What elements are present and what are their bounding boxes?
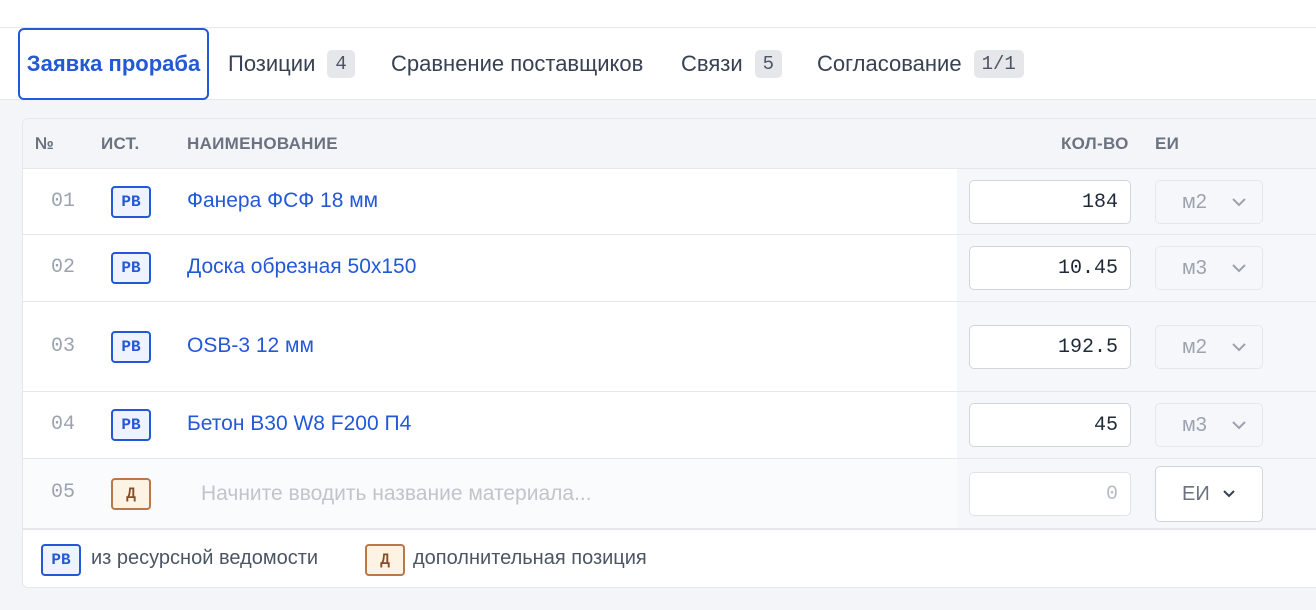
top-bar: [0, 0, 1316, 28]
source-badge-rv: РВ: [111, 186, 151, 218]
header-num: №: [35, 134, 55, 153]
legend-text-additional: дополнительная позиция: [413, 547, 647, 569]
unit-select[interactable]: м2: [1155, 325, 1263, 369]
row-number: 02: [51, 256, 76, 279]
tab-supplier-comparison[interactable]: Сравнение поставщиков: [391, 28, 643, 100]
unit-select[interactable]: м2: [1155, 180, 1263, 224]
tab-label: Заявка прораба: [26, 51, 201, 76]
count-badge: 1/1: [973, 50, 1024, 78]
legend-badge-rv: РВ: [41, 544, 81, 576]
source-badge-additional: Д: [111, 478, 151, 510]
table-row: 02 РВ Доска обрезная 50x150 м3: [23, 235, 1316, 302]
unit-value: ЕИ: [1182, 482, 1210, 505]
legend-badge-additional: Д: [365, 544, 405, 576]
tab-label: Сравнение поставщиков: [391, 51, 644, 76]
header-source: ИСТ.: [101, 134, 140, 153]
header-name: НАИМЕНОВАНИЕ: [187, 134, 338, 153]
unit-select[interactable]: ЕИ: [1155, 466, 1263, 522]
tab-foreman-request[interactable]: Заявка прораба: [18, 28, 209, 100]
row-number: 04: [51, 413, 76, 436]
unit-value: м2: [1182, 190, 1207, 213]
legend: РВ из ресурсной ведомости Д дополнительн…: [23, 529, 1316, 587]
tab-links[interactable]: Связи 5: [681, 28, 783, 100]
tab-positions[interactable]: Позиции 4: [228, 28, 355, 100]
table-row: 03 РВ OSB-3 12 мм м2: [23, 302, 1316, 392]
quantity-input[interactable]: [969, 325, 1131, 369]
material-name-link[interactable]: OSB-3 12 мм: [187, 334, 314, 358]
unit-select[interactable]: м3: [1155, 246, 1263, 290]
material-name-link[interactable]: Фанера ФСФ 18 мм: [187, 189, 378, 213]
tab-label: Согласование: [817, 51, 962, 76]
material-name-input[interactable]: [187, 474, 927, 514]
materials-table-panel: № ИСТ. НАИМЕНОВАНИЕ КОЛ-ВО ЕИ 01 РВ Фане…: [22, 118, 1316, 588]
source-badge-rv: РВ: [111, 252, 151, 284]
table-row: 04 РВ Бетон B30 W8 F200 П4 м3: [23, 392, 1316, 459]
row-number: 05: [51, 481, 76, 504]
chevron-down-icon: [1232, 198, 1246, 207]
quantity-input[interactable]: [969, 472, 1131, 516]
material-name-link[interactable]: Доска обрезная 50x150: [187, 255, 416, 279]
table-row: 01 РВ Фанера ФСФ 18 мм м2: [23, 169, 1316, 235]
row-number: 03: [51, 335, 76, 358]
chevron-down-icon: [1232, 343, 1246, 352]
unit-value: м2: [1182, 335, 1207, 358]
tab-label: Позиции: [228, 51, 316, 76]
new-item-row: 05 Д ЕИ: [23, 459, 1316, 529]
tab-approval[interactable]: Согласование 1/1: [817, 28, 1024, 100]
material-name-link[interactable]: Бетон B30 W8 F200 П4: [187, 412, 411, 436]
tab-label: Связи: [681, 51, 743, 76]
row-number: 01: [51, 190, 76, 213]
chevron-down-icon: [1223, 490, 1235, 498]
table-header: № ИСТ. НАИМЕНОВАНИЕ КОЛ-ВО ЕИ: [23, 119, 1316, 169]
legend-text-rv: из ресурсной ведомости: [91, 547, 319, 569]
quantity-input[interactable]: [969, 246, 1131, 290]
header-unit: ЕИ: [1155, 134, 1180, 153]
header-qty: КОЛ-ВО: [1061, 134, 1129, 153]
quantity-input[interactable]: [969, 180, 1131, 224]
count-badge: 4: [327, 50, 355, 78]
unit-value: м3: [1182, 413, 1207, 436]
chevron-down-icon: [1232, 421, 1246, 430]
chevron-down-icon: [1232, 264, 1246, 273]
source-badge-rv: РВ: [111, 331, 151, 363]
unit-select[interactable]: м3: [1155, 403, 1263, 447]
source-badge-rv: РВ: [111, 409, 151, 441]
tab-bar: Заявка прораба Позиции 4 Сравнение поста…: [0, 28, 1316, 100]
unit-value: м3: [1182, 256, 1207, 279]
quantity-input[interactable]: [969, 403, 1131, 447]
count-badge: 5: [754, 50, 783, 78]
